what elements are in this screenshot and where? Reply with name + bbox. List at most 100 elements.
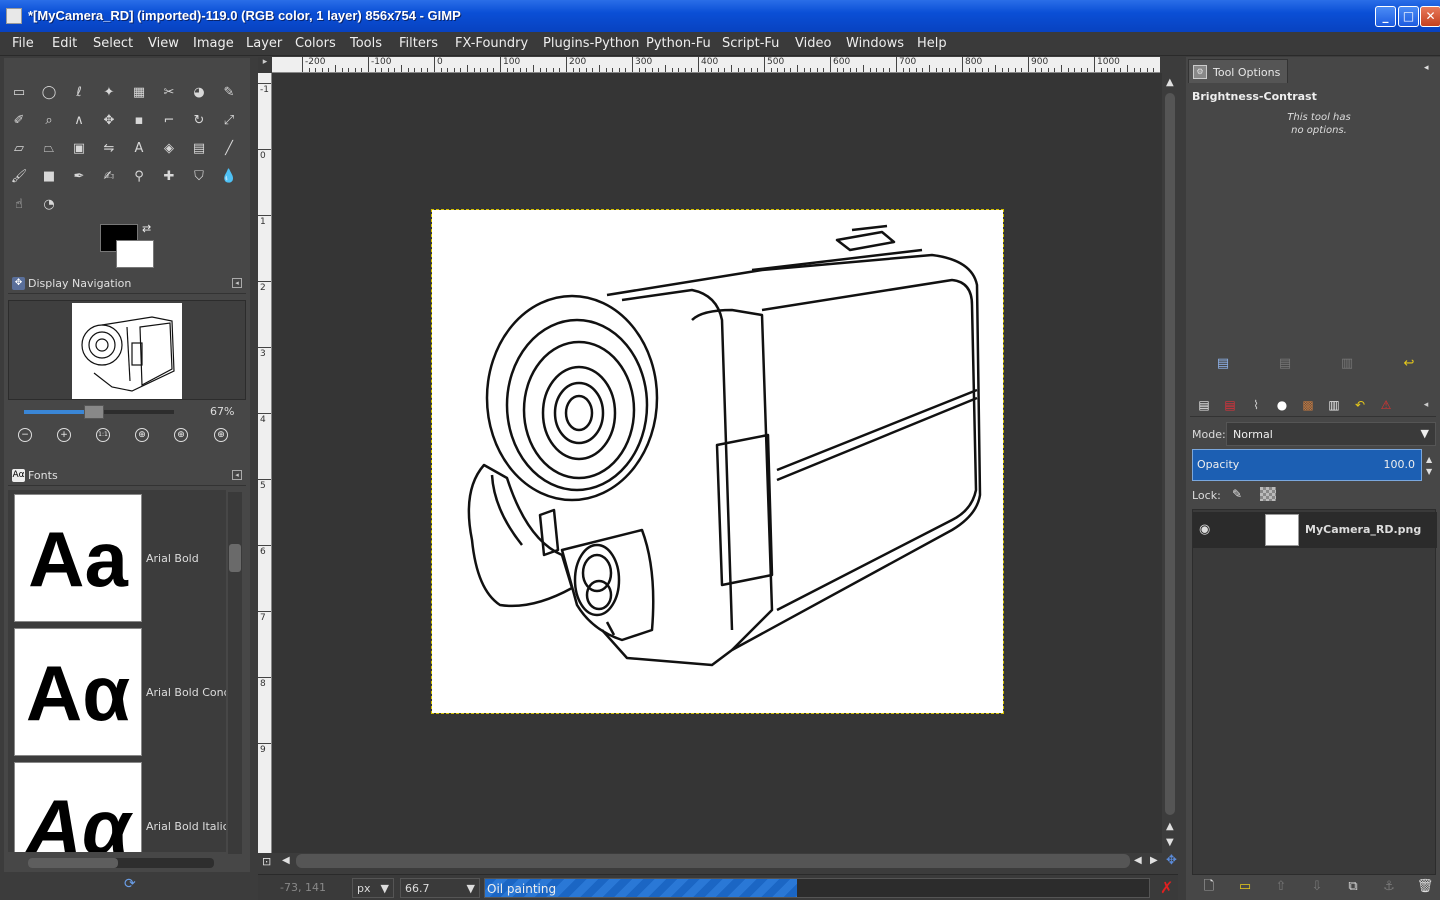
ellipse-select-icon[interactable]: ◯: [38, 82, 60, 104]
align-icon[interactable]: ▪: [128, 110, 150, 132]
maximize-button[interactable]: □: [1398, 6, 1419, 27]
font-list-hscrollbar[interactable]: [28, 858, 214, 868]
layers-tab-icon[interactable]: ▤: [1194, 396, 1214, 414]
foreground-select-icon[interactable]: ◕: [188, 82, 210, 104]
smudge-icon[interactable]: ☝: [8, 194, 30, 216]
free-select-icon[interactable]: ℓ: [68, 82, 90, 104]
menu-image[interactable]: Image: [193, 36, 234, 51]
fonts-tab-label[interactable]: Fonts: [28, 469, 58, 482]
vertical-ruler[interactable]: -1 0 1 2 3 4 5 6 7 8 9: [258, 73, 272, 853]
spin-up-icon[interactable]: ▲: [1426, 455, 1432, 464]
measure-icon[interactable]: ∧: [68, 110, 90, 132]
zoom-in-button[interactable]: +: [57, 428, 71, 442]
flip-icon[interactable]: ⇋: [98, 138, 120, 160]
dock-menu-icon[interactable]: ◂: [1424, 63, 1429, 73]
menu-help[interactable]: Help: [917, 36, 947, 51]
menu-edit[interactable]: Edit: [52, 36, 77, 51]
zoom-out-button[interactable]: −: [18, 428, 32, 442]
new-layer-group-icon[interactable]: ▭: [1236, 878, 1254, 896]
layer-mode-select[interactable]: Normal ▼: [1226, 422, 1436, 446]
menu-colors[interactable]: Colors: [295, 36, 336, 51]
move-icon[interactable]: ✥: [98, 110, 120, 132]
menu-video[interactable]: Video: [795, 36, 831, 51]
scroll-left-arrow[interactable]: ◀: [282, 855, 290, 866]
cage-transform-icon[interactable]: ▣: [68, 138, 90, 160]
bucket-fill-icon[interactable]: ◈: [158, 138, 180, 160]
horizontal-ruler[interactable]: -200 -100 0 100 200 300 400 500 600 700 800 900 1000: [272, 57, 1160, 73]
zoom-slider[interactable]: [24, 405, 174, 419]
swap-colors-icon[interactable]: ⇄: [142, 222, 151, 235]
heal-icon[interactable]: ✚: [158, 166, 180, 188]
perspective-clone-icon[interactable]: ⛉: [188, 166, 210, 188]
canvas-horizontal-scrollbar[interactable]: [296, 854, 1130, 868]
image-canvas[interactable]: [272, 73, 1162, 853]
zoom-fill-button[interactable]: ⊕: [174, 428, 188, 442]
channels-tab-icon[interactable]: ▤: [1220, 396, 1240, 414]
restore-options-icon[interactable]: ▤: [1276, 355, 1294, 373]
paintbrush-icon[interactable]: 🖌: [8, 166, 30, 188]
dock-menu-icon[interactable]: ◂: [232, 278, 242, 288]
undo-history-tab-icon[interactable]: ↶: [1350, 396, 1370, 414]
scroll-down-arrow[interactable]: ▼: [1166, 837, 1174, 848]
lock-pixels-icon[interactable]: ✎: [1232, 487, 1242, 501]
zoom-fit-button[interactable]: ⊕: [135, 428, 149, 442]
menu-fx-foundry[interactable]: FX-Foundry: [455, 36, 528, 51]
unit-select[interactable]: px ▼: [352, 878, 394, 898]
minimize-button[interactable]: _: [1375, 6, 1396, 27]
font-list-scrollbar[interactable]: [228, 492, 242, 854]
clone-icon[interactable]: ⚲: [128, 166, 150, 188]
scissors-select-icon[interactable]: ✂: [158, 82, 180, 104]
scroll-right-arrow[interactable]: ▶: [1150, 855, 1158, 866]
scroll-up-arrow[interactable]: ▲: [1166, 821, 1174, 832]
dodge-burn-icon[interactable]: ◔: [38, 194, 60, 216]
menu-windows[interactable]: Windows: [846, 36, 904, 51]
duplicate-layer-icon[interactable]: ⧉: [1344, 878, 1362, 896]
rotate-icon[interactable]: ↻: [188, 110, 210, 132]
error-console-tab-icon[interactable]: ⚠: [1376, 396, 1396, 414]
scale-icon[interactable]: ⤢: [218, 110, 240, 132]
quick-mask-corner[interactable]: ▸: [258, 57, 272, 73]
menu-select[interactable]: Select: [93, 36, 133, 51]
tab-tool-options[interactable]: ⚙ Tool Options: [1188, 59, 1288, 83]
canvas-vertical-scrollbar[interactable]: ▲ ▲ ▼: [1162, 73, 1178, 853]
perspective-icon[interactable]: ⏢: [38, 138, 60, 160]
reset-options-icon[interactable]: ↩: [1400, 355, 1418, 373]
scrollbar-thumb[interactable]: [229, 544, 241, 572]
text-icon[interactable]: A: [128, 138, 150, 160]
scroll-up-arrow[interactable]: ▲: [1166, 77, 1174, 88]
visibility-eye-icon[interactable]: ◉: [1199, 522, 1210, 537]
zoom-1-1-button[interactable]: 1:1: [96, 428, 110, 442]
fuzzy-select-icon[interactable]: ✦: [98, 82, 120, 104]
opacity-slider[interactable]: Opacity 100.0: [1192, 449, 1422, 481]
cancel-icon[interactable]: ✗: [1160, 878, 1173, 897]
menu-script-fu[interactable]: Script-Fu: [722, 36, 779, 51]
shear-icon[interactable]: ▱: [8, 138, 30, 160]
navigate-corner-icon[interactable]: ⊡: [262, 855, 271, 868]
refresh-icon[interactable]: ⟳: [124, 876, 136, 892]
shrink-wrap-button[interactable]: ⊕: [214, 428, 228, 442]
zoom-icon[interactable]: ⌕: [38, 110, 60, 132]
zoom-slider-handle[interactable]: [84, 405, 104, 419]
pencil-icon[interactable]: ╱: [218, 138, 240, 160]
paths-icon[interactable]: ✎: [218, 82, 240, 104]
eraser-icon[interactable]: ■: [38, 166, 60, 188]
lock-alpha-icon[interactable]: [1260, 487, 1276, 501]
scroll-left-arrow[interactable]: ◀: [1134, 855, 1142, 866]
menu-filters[interactable]: Filters: [399, 36, 438, 51]
navigation-preview[interactable]: [8, 300, 246, 400]
save-options-icon[interactable]: ▤: [1214, 355, 1232, 373]
lower-layer-icon[interactable]: ⇩: [1308, 878, 1326, 896]
scrollbar-thumb[interactable]: [1165, 93, 1175, 815]
layer-row[interactable]: ◉ MyCamera_RD.png: [1193, 512, 1437, 548]
menu-python-fu[interactable]: Python-Fu: [646, 36, 711, 51]
paths-tab-icon[interactable]: ⌇: [1246, 396, 1266, 414]
color-select-icon[interactable]: ▦: [128, 82, 150, 104]
spin-down-icon[interactable]: ▼: [1426, 467, 1432, 476]
scrollbar-thumb[interactable]: [28, 858, 118, 868]
menu-view[interactable]: View: [148, 36, 179, 51]
color-picker-icon[interactable]: ✐: [8, 110, 30, 132]
menu-file[interactable]: File: [12, 36, 34, 51]
image-layer[interactable]: [431, 209, 1004, 714]
delete-options-icon[interactable]: ▥: [1338, 355, 1356, 373]
colormap-tab-icon[interactable]: ●: [1272, 396, 1292, 414]
